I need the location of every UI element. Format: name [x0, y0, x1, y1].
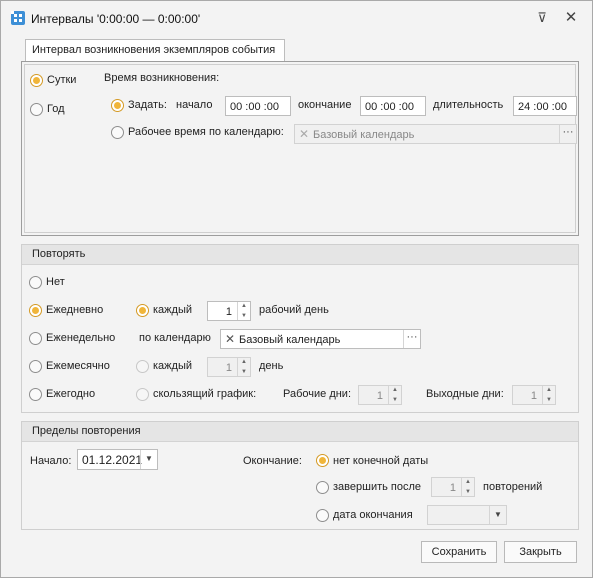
repeat-none-radio[interactable]: [29, 276, 42, 289]
chevron-down-icon[interactable]: ▼: [140, 450, 157, 469]
no-end-label: нет конечной даты: [333, 455, 429, 467]
work-time-label: Рабочее время по календарю:: [128, 126, 284, 138]
time-header: Время возникновения:: [104, 72, 220, 84]
end-after-radio[interactable]: [316, 481, 329, 494]
work-time-radio[interactable]: [111, 126, 124, 139]
mode-year-radio[interactable]: [30, 103, 43, 116]
repeat-yearly-label: Ежегодно: [46, 388, 96, 400]
duration-label-text: длительность: [433, 99, 504, 111]
set-radio[interactable]: [111, 99, 124, 112]
each-label: каждый: [153, 304, 192, 316]
browse-icon[interactable]: ···: [559, 125, 576, 143]
repeat-calendar-field[interactable]: ✕ Базовый календарь ···: [220, 329, 421, 349]
end-date-label: дата окончания: [333, 509, 413, 521]
browse-icon[interactable]: ···: [403, 330, 420, 348]
start-date-label: Начало:: [30, 455, 72, 467]
save-button[interactable]: Сохранить: [421, 541, 497, 563]
repeat-weekly-label: Еженедельно: [46, 332, 116, 344]
end-label: Окончание:: [243, 455, 302, 467]
limits-group: Пределы повторения Начало: 01.12.2021 ▼ …: [21, 421, 579, 530]
mode-day-radio[interactable]: [30, 74, 43, 87]
limits-header: Пределы повторения: [32, 425, 141, 437]
intervals-window: Интервалы '0:00:00 — 0:00:00' ⊽ ✕ Интерв…: [0, 0, 593, 578]
repeat-weekly-radio[interactable]: [29, 332, 42, 345]
tab-label: Интервал возникновения экземпляров событ…: [32, 44, 276, 56]
each-day-label: каждый: [153, 360, 192, 372]
mode-year-label: Год: [47, 103, 65, 115]
repeat-header: Повторять: [32, 248, 86, 260]
mode-day-label: Сутки: [47, 74, 77, 86]
repeat-none-label: Нет: [46, 276, 65, 288]
off-days-stepper[interactable]: 1 ▲ ▼: [512, 385, 556, 405]
end-time-input[interactable]: 00 :00 :00: [360, 96, 426, 116]
repeat-monthly-label: Ежемесячно: [46, 360, 110, 372]
occurrence-calendar-field[interactable]: ✕ Базовый календарь ···: [294, 124, 577, 144]
work-days-label: Рабочие дни:: [283, 388, 352, 400]
end-after-stepper[interactable]: 1 ▲ ▼: [431, 477, 475, 497]
day-label: день: [259, 360, 284, 372]
chevron-down-icon[interactable]: ▼: [489, 506, 506, 524]
work-days-stepper[interactable]: 1 ▲ ▼: [358, 385, 402, 405]
clear-icon[interactable]: ✕: [225, 332, 235, 346]
repeat-group: Повторять Нет Ежедневно каждый 1 ▲ ▼ рабо…: [21, 244, 579, 413]
close-icon[interactable]: ✕: [563, 10, 579, 26]
window-title: Интервалы '0:00:00 — 0:00:00': [31, 12, 201, 26]
tab-panel: Сутки Год Время возникновения: Задать: н…: [21, 61, 579, 236]
title-bar: Интервалы '0:00:00 — 0:00:00' ⊽ ✕: [1, 1, 592, 35]
each-day-radio[interactable]: [136, 360, 149, 373]
repeat-daily-radio[interactable]: [29, 304, 42, 317]
repeats-label: повторений: [483, 481, 543, 493]
repeat-monthly-radio[interactable]: [29, 360, 42, 373]
app-icon: [11, 11, 25, 25]
duration-input[interactable]: 24 :00 :00: [513, 96, 577, 116]
end-date-picker[interactable]: ▼: [427, 505, 507, 525]
workday-count-stepper[interactable]: 1 ▲ ▼: [207, 301, 251, 321]
sliding-radio[interactable]: [136, 388, 149, 401]
repeat-daily-label: Ежедневно: [46, 304, 104, 316]
clear-icon: ✕: [299, 127, 310, 141]
sliding-label: скользящий график:: [153, 388, 257, 400]
start-time-input[interactable]: 00 :00 :00: [225, 96, 291, 116]
end-after-label: завершить после: [333, 481, 422, 493]
end-label: окончание: [298, 99, 352, 111]
start-date-picker[interactable]: 01.12.2021 ▼: [77, 449, 158, 470]
day-count-stepper[interactable]: 1 ▲ ▼: [207, 357, 251, 377]
by-calendar-label: по календарю: [139, 332, 211, 344]
workday-label: рабочий день: [259, 304, 329, 316]
end-date-radio[interactable]: [316, 509, 329, 522]
no-end-radio[interactable]: [316, 454, 329, 467]
pin-icon[interactable]: ⊽: [534, 10, 550, 26]
tab-occurrence-interval[interactable]: Интервал возникновения экземпляров событ…: [25, 39, 285, 62]
each-workday-radio[interactable]: [136, 304, 149, 317]
close-button[interactable]: Закрыть: [504, 541, 577, 563]
repeat-yearly-radio[interactable]: [29, 388, 42, 401]
off-days-label: Выходные дни:: [426, 388, 504, 400]
start-label: начало: [176, 99, 213, 111]
set-label: Задать:: [128, 99, 167, 111]
